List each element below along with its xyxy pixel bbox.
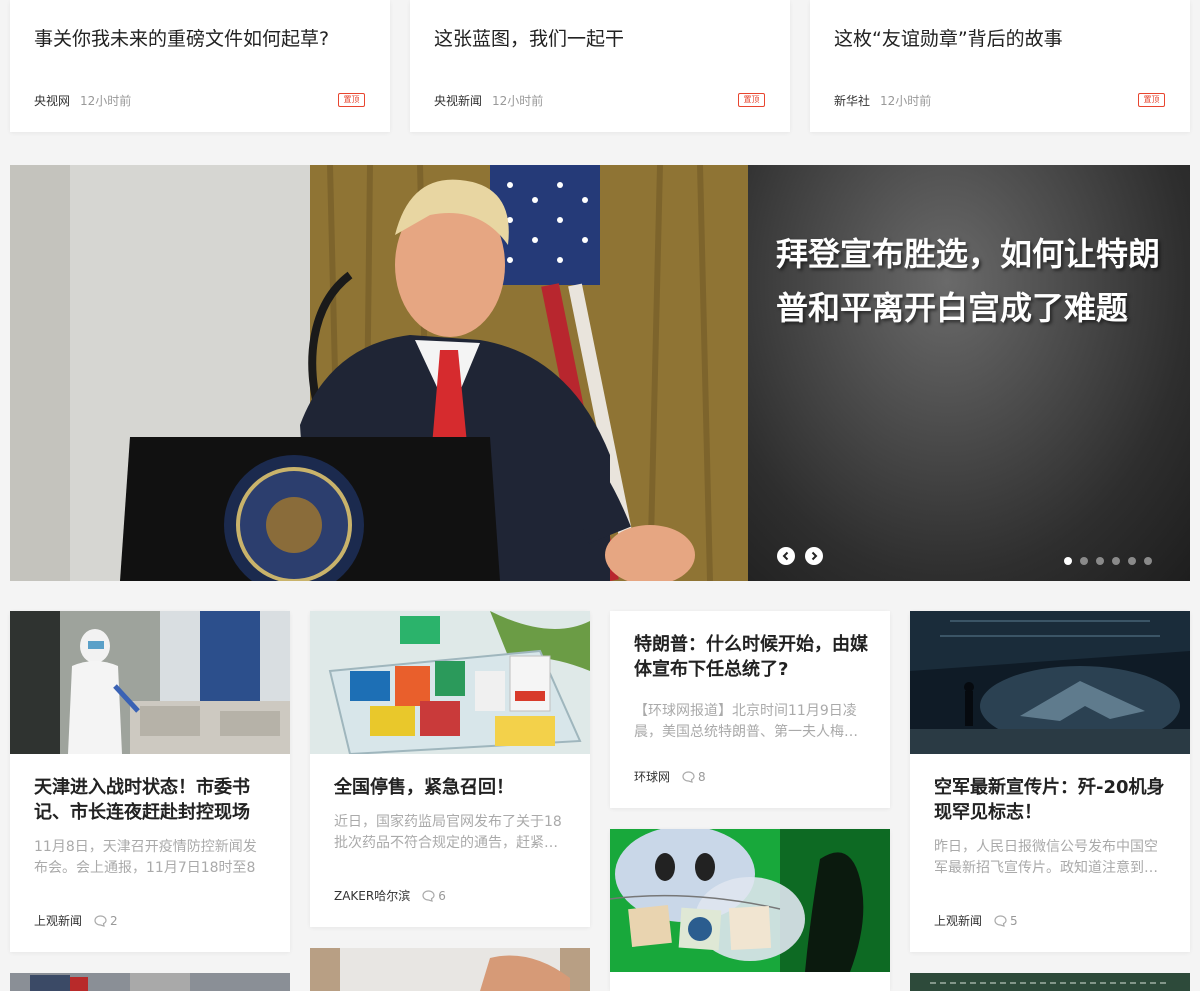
pinned-badge: 置顶 (738, 93, 765, 107)
top-card[interactable]: 这枚“友谊勋章”背后的故事 新华社 12小时前 置顶 (810, 0, 1190, 132)
carousel-dot[interactable] (1064, 557, 1072, 565)
carousel-dot[interactable] (1096, 557, 1104, 565)
top-card-title[interactable]: 这张蓝图，我们一起干 (434, 24, 770, 51)
news-card-meta: 上观新闻 5 (934, 912, 1018, 929)
news-card-summary: 11月8日，天津召开疫情防控新闻发布会。会上通报，11月7日18时至8日8… (34, 839, 257, 876)
carousel-dot[interactable] (1080, 557, 1088, 565)
top-card-meta: 央视新闻 12小时前 (434, 92, 543, 109)
news-card-title[interactable]: 空军最新宣传片：歼-20机身现罕见标志！ (934, 775, 1170, 825)
news-card-image[interactable] (10, 611, 290, 754)
top-card-time: 12小时前 (880, 94, 932, 108)
news-card-image[interactable] (910, 611, 1190, 754)
hero-photo[interactable] (10, 165, 748, 581)
top-card-meta: 央视网 12小时前 (34, 92, 131, 109)
pinned-badge: 置顶 (1138, 93, 1165, 107)
news-card[interactable] (310, 948, 590, 991)
carousel-dot[interactable] (1112, 557, 1120, 565)
news-card-source: 上观新闻 (934, 914, 983, 928)
hero-caption-panel: 拜登宣布胜选，如何让特朗普和平离开白宫成了难题 (748, 165, 1190, 581)
news-card-image[interactable] (910, 973, 1190, 991)
news-card[interactable] (610, 829, 890, 991)
comment-count: 2 (110, 913, 118, 928)
comment-icon (94, 914, 107, 927)
top-card-source: 新华社 (834, 94, 871, 108)
top-card-time: 12小时前 (80, 94, 132, 108)
news-card[interactable] (10, 973, 290, 991)
news-card-image[interactable] (310, 948, 590, 991)
top-card-source: 央视网 (34, 94, 71, 108)
news-card-summary: 昨日，人民日报微信公号发布中国空军最新招飞宣传片。政知道注意到… (934, 839, 1158, 876)
top-card-meta: 新华社 12小时前 (834, 92, 931, 109)
news-card-title[interactable]: 特朗普：什么时候开始，由媒体宣布下任总统了? (634, 632, 870, 682)
news-card-meta: 环球网 8 (634, 768, 706, 785)
news-card[interactable] (910, 973, 1190, 991)
comment-icon (682, 770, 695, 783)
comment-count: 6 (438, 888, 446, 903)
news-card-summary: 【环球网报道】北京时间11月9日凌晨，美国总统特朗普、第一夫人梅… (634, 703, 858, 740)
top-card[interactable]: 事关你我未来的重磅文件如何起草? 央视网 12小时前 置顶 (10, 0, 390, 132)
news-card-summary: 近日，国家药监局官网发布了关于18批次药品不符合规定的通告，赶紧… (334, 814, 562, 851)
hero-title[interactable]: 拜登宣布胜选，如何让特朗普和平离开白宫成了难题 (776, 227, 1176, 335)
news-card[interactable]: 全国停售，紧急召回！ 近日，国家药监局官网发布了关于18批次药品不符合规定的通告… (310, 611, 590, 927)
news-card-source: 上观新闻 (34, 914, 83, 928)
top-card-time: 12小时前 (492, 94, 544, 108)
news-card[interactable]: 特朗普：什么时候开始，由媒体宣布下任总统了? 【环球网报道】北京时间11月9日凌… (610, 611, 890, 808)
hero-photo-illustration (10, 165, 748, 581)
carousel-dot[interactable] (1128, 557, 1136, 565)
carousel-next-button[interactable] (805, 547, 823, 565)
news-card-meta: ZAKER哈尔滨 6 (334, 887, 446, 904)
carousel-dot[interactable] (1144, 557, 1152, 565)
news-card-source: 环球网 (634, 770, 671, 784)
comment-count: 5 (1010, 913, 1018, 928)
news-feed-page: 事关你我未来的重磅文件如何起草? 央视网 12小时前 置顶 这张蓝图，我们一起干… (0, 0, 1200, 991)
hero-carousel[interactable]: 拜登宣布胜选，如何让特朗普和平离开白宫成了难题 (10, 165, 1190, 581)
news-card-meta: 上观新闻 2 (34, 912, 118, 929)
news-card-image[interactable] (610, 829, 890, 972)
chevron-left-icon (782, 551, 789, 561)
top-card-title[interactable]: 这枚“友谊勋章”背后的故事 (834, 24, 1170, 51)
top-card-title[interactable]: 事关你我未来的重磅文件如何起草? (34, 24, 370, 51)
news-card-image[interactable] (10, 973, 290, 991)
news-card-title[interactable]: 全国停售，紧急召回！ (334, 775, 570, 800)
comment-icon (422, 889, 435, 902)
comment-icon (994, 914, 1007, 927)
chevron-right-icon (811, 551, 818, 561)
pinned-badge: 置顶 (338, 93, 365, 107)
news-card-source: ZAKER哈尔滨 (334, 889, 411, 903)
news-card-title[interactable]: 天津进入战时状态！市委书记、市长连夜赶赴封控现场 (34, 775, 270, 825)
carousel-dots (1064, 557, 1152, 565)
news-card[interactable]: 天津进入战时状态！市委书记、市长连夜赶赴封控现场 11月8日，天津召开疫情防控新… (10, 611, 290, 952)
news-card-image[interactable] (310, 611, 590, 754)
news-card[interactable]: 空军最新宣传片：歼-20机身现罕见标志！ 昨日，人民日报微信公号发布中国空军最新… (910, 611, 1190, 952)
top-card-source: 央视新闻 (434, 94, 483, 108)
carousel-prev-button[interactable] (777, 547, 795, 565)
comment-count: 8 (698, 769, 706, 784)
top-card[interactable]: 这张蓝图，我们一起干 央视新闻 12小时前 置顶 (410, 0, 790, 132)
